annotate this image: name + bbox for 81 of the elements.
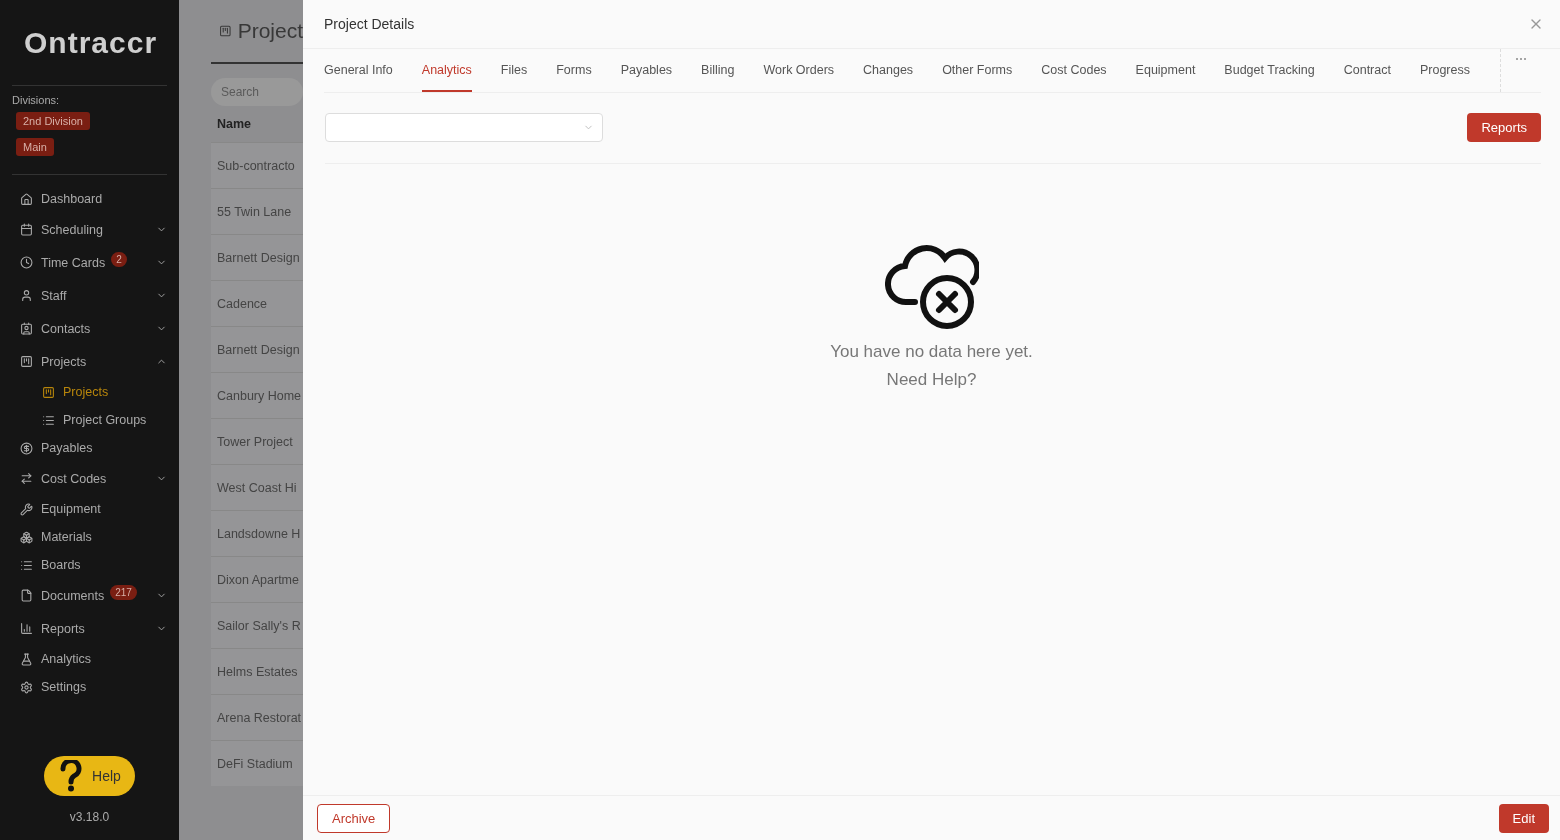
board-icon bbox=[20, 355, 33, 368]
tab[interactable]: Cost Codes bbox=[1041, 49, 1107, 92]
edit-button[interactable]: Edit bbox=[1498, 803, 1549, 833]
sidebar-item[interactable]: Documents 217 bbox=[12, 579, 167, 612]
sidebar-item[interactable]: Project Groups bbox=[12, 406, 167, 434]
sidebar-item[interactable]: Settings bbox=[12, 673, 167, 701]
question-mark-icon bbox=[60, 760, 83, 792]
help-link[interactable]: Need Help? bbox=[886, 370, 977, 390]
count-badge: 217 bbox=[110, 585, 137, 600]
boxes-icon bbox=[20, 530, 33, 544]
table-cell: Dixon Apartme bbox=[211, 556, 303, 602]
count-badge: 2 bbox=[111, 252, 127, 267]
sidebar-item[interactable]: Equipment bbox=[12, 495, 167, 523]
tab[interactable]: Budget Tracking bbox=[1224, 49, 1315, 92]
tab[interactable]: Work Orders bbox=[763, 49, 835, 92]
tab[interactable]: Contract bbox=[1343, 49, 1391, 92]
table-cell: Sub-contracto bbox=[211, 142, 303, 188]
table-cell: 55 Twin Lane bbox=[211, 188, 303, 234]
home-icon bbox=[20, 192, 33, 206]
list-icon bbox=[42, 413, 55, 427]
wrench-icon bbox=[20, 502, 33, 516]
table-cell: Tower Project bbox=[211, 418, 303, 464]
tab[interactable]: Billing bbox=[701, 49, 735, 92]
reports-button[interactable]: Reports bbox=[1467, 113, 1541, 142]
sidebar-item[interactable]: Projects bbox=[12, 378, 167, 406]
settings-icon bbox=[20, 680, 33, 694]
version-label: v3.18.0 bbox=[68, 810, 111, 824]
tab[interactable]: Forms bbox=[556, 49, 592, 92]
table-cell: DeFi Stadium bbox=[211, 740, 303, 786]
division-tag[interactable]: Main bbox=[16, 138, 54, 156]
sidebar-item[interactable]: Reports bbox=[12, 612, 167, 645]
sidebar-item[interactable]: Time Cards 2 bbox=[12, 246, 167, 279]
dollar-icon bbox=[20, 441, 33, 455]
table-cell: Arena Restorat bbox=[211, 694, 303, 740]
table-cell: Barnett Design bbox=[211, 234, 303, 280]
table-cell: Landsdowne H bbox=[211, 510, 303, 556]
tab[interactable]: Analytics bbox=[421, 49, 472, 92]
table-cell: West Coast Hi bbox=[211, 464, 303, 510]
division-tag[interactable]: 2nd Division bbox=[16, 112, 90, 130]
sidebar-item[interactable]: Projects bbox=[12, 345, 167, 378]
select-field[interactable] bbox=[325, 113, 603, 142]
sidebar-item[interactable]: Dashboard bbox=[12, 185, 167, 213]
divisions-label: Divisions: bbox=[12, 94, 61, 106]
page-title: Project bbox=[237, 19, 303, 43]
more-icon[interactable] bbox=[1515, 57, 1527, 61]
table-cell: Sailor Sally's R bbox=[211, 602, 303, 648]
flask-icon bbox=[20, 652, 33, 666]
table-cell: Cadence bbox=[211, 280, 303, 326]
logo: Ontraccr bbox=[24, 25, 158, 60]
column-header: Name bbox=[216, 116, 253, 133]
drawer-title: Project Details bbox=[324, 16, 415, 32]
table-cell: Barnett Design bbox=[211, 326, 303, 372]
help-button[interactable]: Help bbox=[44, 756, 135, 796]
tab[interactable]: General Info bbox=[324, 49, 393, 92]
sidebar-item[interactable]: Scheduling bbox=[12, 213, 167, 246]
tab[interactable]: Changes bbox=[863, 49, 914, 92]
tab[interactable]: Progress bbox=[1419, 49, 1470, 92]
bar-chart-icon bbox=[20, 622, 33, 635]
sidebar-item[interactable]: Materials bbox=[12, 523, 167, 551]
arrows-icon bbox=[20, 472, 33, 485]
sidebar-item[interactable]: Analytics bbox=[12, 645, 167, 673]
sidebar-item[interactable]: Contacts bbox=[12, 312, 167, 345]
sidebar-item[interactable]: Payables bbox=[12, 434, 167, 462]
list-icon bbox=[20, 558, 33, 572]
board-icon bbox=[42, 385, 55, 399]
empty-message: You have no data here yet. bbox=[830, 342, 1033, 362]
table-cell: Helms Estates bbox=[211, 648, 303, 694]
file-icon bbox=[20, 589, 33, 602]
tab[interactable]: Payables bbox=[620, 49, 673, 92]
sidebar-item[interactable]: Boards bbox=[12, 551, 167, 579]
tab[interactable]: Files bbox=[500, 49, 528, 92]
sidebar-item[interactable]: Staff bbox=[12, 279, 167, 312]
archive-button[interactable]: Archive bbox=[317, 803, 391, 833]
calendar-icon bbox=[20, 223, 33, 236]
clock-icon bbox=[20, 256, 33, 269]
sidebar-item[interactable]: Cost Codes bbox=[12, 462, 167, 495]
tab[interactable]: Equipment bbox=[1135, 49, 1196, 92]
user-icon bbox=[20, 289, 33, 302]
table-cell: Canbury Home bbox=[211, 372, 303, 418]
contact-card-icon bbox=[20, 322, 33, 335]
tab[interactable]: Other Forms bbox=[942, 49, 1013, 92]
